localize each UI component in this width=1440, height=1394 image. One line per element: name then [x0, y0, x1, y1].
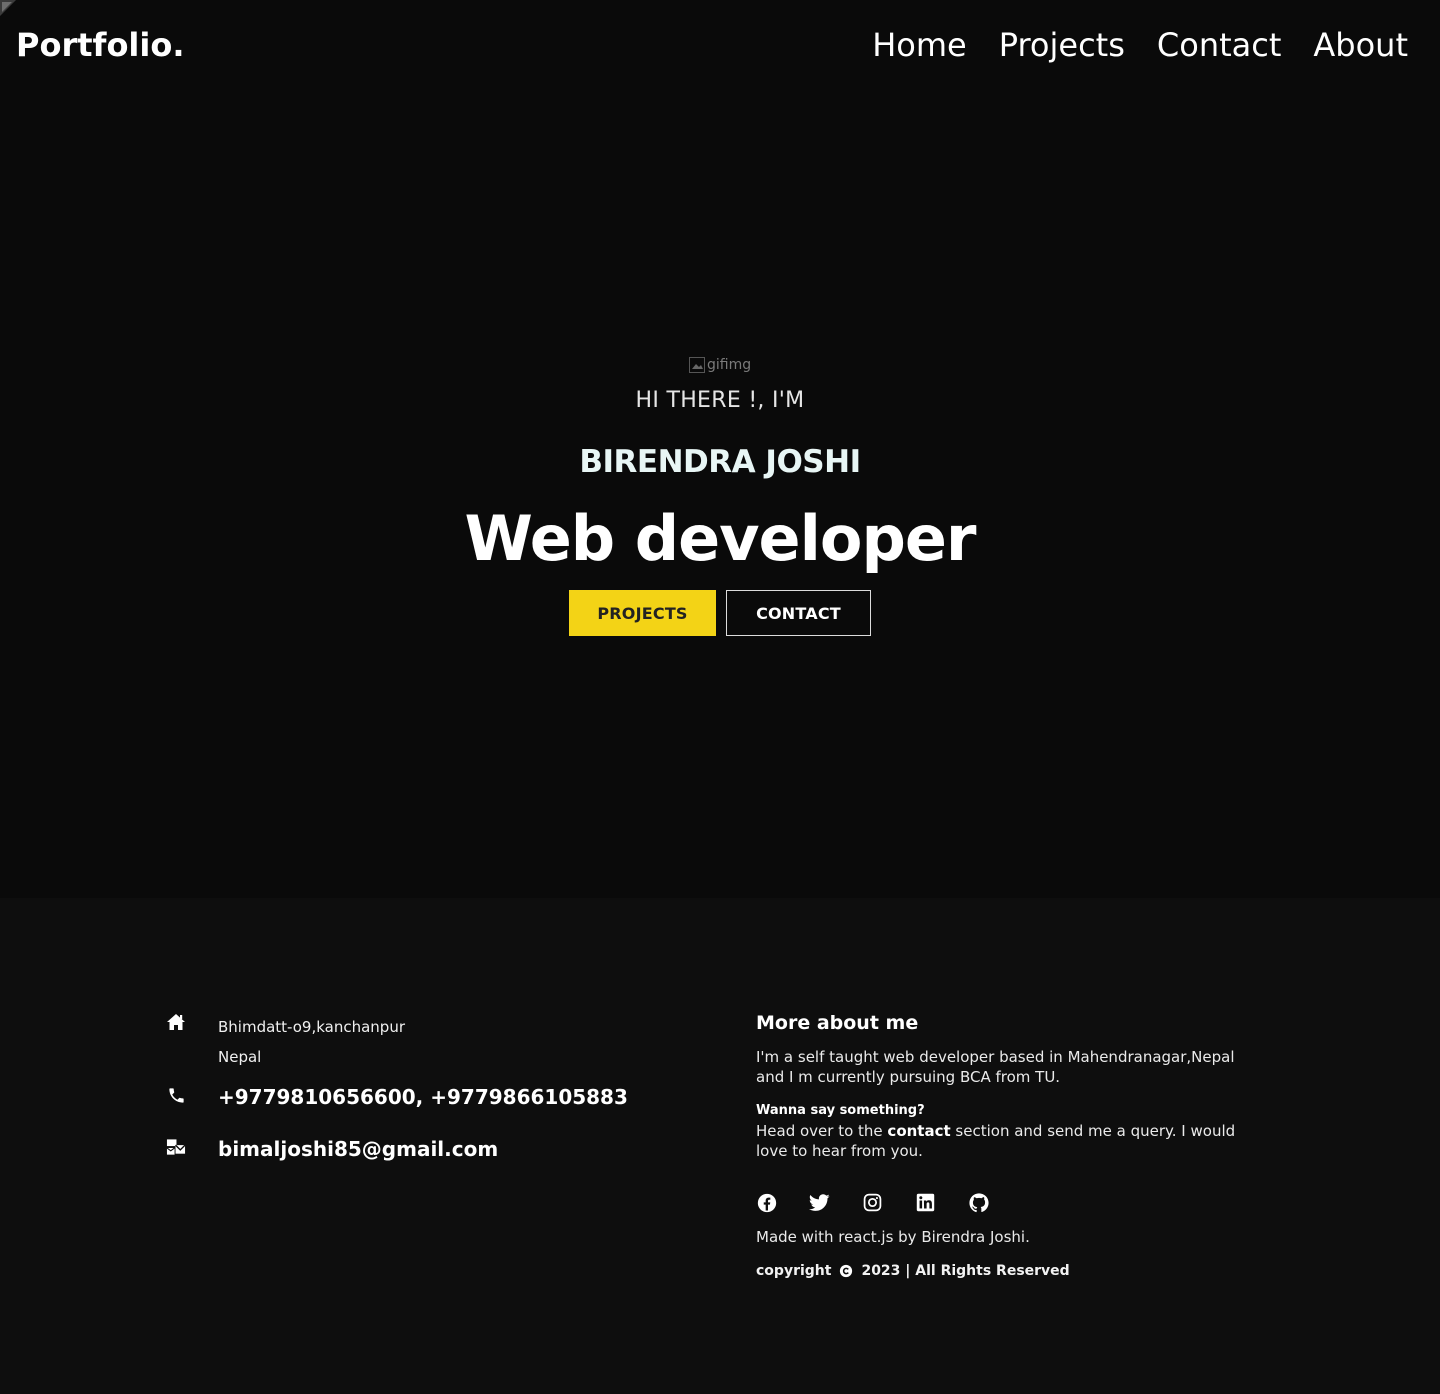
broken-image-icon — [689, 357, 705, 373]
about-heading: More about me — [756, 1012, 919, 1034]
linkedin-icon[interactable] — [915, 1192, 936, 1213]
phone-numbers[interactable]: +9779810656600, +9779866105883 — [218, 1085, 628, 1109]
contact-link[interactable]: contact — [887, 1122, 950, 1140]
copyright-label: copyright — [756, 1263, 832, 1279]
nav-link-about[interactable]: About — [1313, 26, 1408, 64]
address-line-1: Bhimdatt-o9,kanchanpur — [218, 1018, 406, 1036]
hero-gif-alt-text: gifimg — [707, 357, 752, 373]
hero-section: Portfolio. Home Projects Contact About g… — [0, 0, 1440, 898]
email-address[interactable]: bimaljoshi85@gmail.com — [218, 1137, 498, 1161]
projects-button[interactable]: PROJECTS — [569, 590, 716, 636]
address-line-2: Nepal — [218, 1048, 262, 1066]
social-links — [756, 1192, 989, 1213]
contact-button[interactable]: CONTACT — [726, 590, 871, 636]
hero-gif-image: gifimg — [689, 357, 751, 373]
github-icon[interactable] — [968, 1192, 989, 1213]
say-something-heading: Wanna say something? — [756, 1103, 925, 1118]
made-with-text: Made with react.js by Birendra Joshi. — [756, 1228, 1030, 1246]
site-logo[interactable]: Portfolio. — [16, 26, 185, 64]
instagram-icon[interactable] — [862, 1192, 883, 1213]
nav-link-projects[interactable]: Projects — [999, 26, 1125, 64]
nav-link-home[interactable]: Home — [872, 26, 967, 64]
broken-image-icon — [0, 0, 16, 16]
home-icon — [166, 1012, 186, 1032]
facebook-icon[interactable] — [756, 1192, 777, 1213]
twitter-icon[interactable] — [809, 1192, 830, 1213]
page: Portfolio. Home Projects Contact About g… — [0, 0, 1440, 1394]
nav-link-contact[interactable]: Contact — [1157, 26, 1282, 64]
hero-role: Web developer — [464, 502, 977, 575]
copyright-line: copyright 2023 | All Rights Reserved — [756, 1263, 1070, 1279]
mail-bulk-icon — [166, 1137, 186, 1157]
main-nav: Home Projects Contact About — [872, 26, 1408, 64]
say-something-text: Head over to the contact section and sen… — [756, 1121, 1256, 1161]
say-prefix: Head over to the — [756, 1122, 888, 1140]
about-text: I'm a self taught web developer based in… — [756, 1048, 1235, 1086]
copyright-text: 2023 | All Rights Reserved — [861, 1263, 1070, 1279]
hero-name: BIRENDRA JOSHI — [579, 444, 861, 480]
hero-greeting: HI THERE !, I'M — [635, 388, 805, 413]
copyright-icon — [840, 1264, 853, 1278]
phone-icon — [166, 1085, 186, 1105]
